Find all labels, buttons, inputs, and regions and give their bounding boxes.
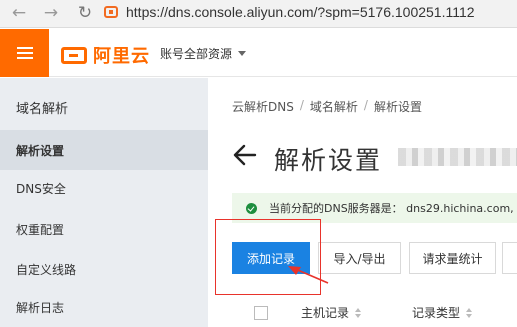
main-content: 云解析DNS / 域名解析 / 解析设置 解析设置 当前分配的DNS服务器是： … (208, 78, 517, 327)
account-label: 账号全部资源 (160, 47, 233, 61)
breadcrumb: 云解析DNS / 域名解析 / 解析设置 (232, 98, 422, 115)
column-header-type[interactable]: 记录类型 (412, 304, 473, 321)
sidebar-item-label: 自定义线路 (16, 262, 77, 277)
breadcrumb-separator: / (299, 98, 304, 112)
request-stats-label: 请求量统计 (422, 251, 483, 266)
records-table-header: 主机记录 记录类型 (232, 298, 517, 327)
browser-toolbar: ← → ↻ https://dns.console.aliyun.com/?sp… (0, 0, 517, 28)
column-type-label: 记录类型 (412, 306, 461, 320)
aliyun-logo-icon (61, 46, 87, 64)
logo-text: 阿里云 (93, 46, 150, 66)
sidebar-item-dns-settings[interactable]: 解析设置 (0, 130, 208, 170)
sidebar-item-label: 解析设置 (16, 143, 65, 158)
breadcrumb-item-domain-resolution[interactable]: 域名解析 (310, 98, 358, 115)
column-host-label: 主机记录 (301, 306, 350, 320)
sidebar-item-label: DNS安全 (16, 181, 66, 196)
breadcrumb-item-current: 解析设置 (373, 100, 422, 114)
hamburger-menu-button[interactable] (0, 29, 49, 77)
sidebar: 域名解析 解析设置 DNS安全 权重配置 自定义线路 解析日志 (0, 78, 208, 327)
menu-line-icon (16, 52, 33, 54)
breadcrumb-separator: / (363, 98, 368, 112)
address-bar[interactable]: https://dns.console.aliyun.com/?spm=5176… (104, 0, 517, 24)
aliyun-logo[interactable]: 阿里云 (61, 42, 150, 68)
blurred-domain-name (398, 148, 517, 166)
caret-down-icon (238, 51, 247, 56)
notice-text: 当前分配的DNS服务器是： dns29.hichina.com, (269, 202, 514, 215)
sidebar-item-dns-security[interactable]: DNS安全 (0, 168, 208, 208)
request-stats-button[interactable]: 请求量统计 (409, 242, 496, 274)
back-arrow-icon[interactable] (232, 142, 258, 168)
menu-line-icon (16, 47, 33, 49)
import-export-button[interactable]: 导入/导出 (318, 242, 401, 274)
sidebar-title: 域名解析 (16, 102, 69, 117)
sidebar-item-label: 解析日志 (16, 300, 65, 315)
sidebar-item-custom-line[interactable]: 自定义线路 (0, 249, 208, 289)
sidebar-item-weight-config[interactable]: 权重配置 (0, 209, 208, 249)
column-header-host[interactable]: 主机记录 (301, 304, 362, 321)
forward-arrow-icon[interactable]: → (40, 2, 62, 24)
select-all-checkbox[interactable] (254, 305, 268, 320)
page-title: 解析设置 (274, 146, 383, 175)
breadcrumb-item-cloud-dns[interactable]: 云解析DNS (232, 98, 294, 115)
reload-icon[interactable]: ↻ (74, 2, 96, 24)
site-security-icon[interactable] (104, 6, 118, 18)
check-circle-icon (246, 202, 257, 214)
console-header: 阿里云 账号全部资源 (0, 29, 517, 77)
url-text: https://dns.console.aliyun.com/?spm=5176… (126, 4, 475, 20)
annotation-highlight-box (215, 219, 321, 295)
back-arrow-icon[interactable]: ← (8, 2, 30, 24)
menu-line-icon (16, 57, 33, 59)
sidebar-item-dns-log[interactable]: 解析日志 (0, 287, 208, 327)
import-export-label: 导入/导出 (333, 251, 386, 266)
sidebar-item-label: 权重配置 (16, 222, 65, 237)
sort-icon[interactable] (466, 307, 473, 318)
more-button[interactable] (502, 242, 517, 274)
sort-icon[interactable] (355, 307, 362, 318)
account-resource-selector[interactable]: 账号全部资源 (160, 45, 247, 62)
